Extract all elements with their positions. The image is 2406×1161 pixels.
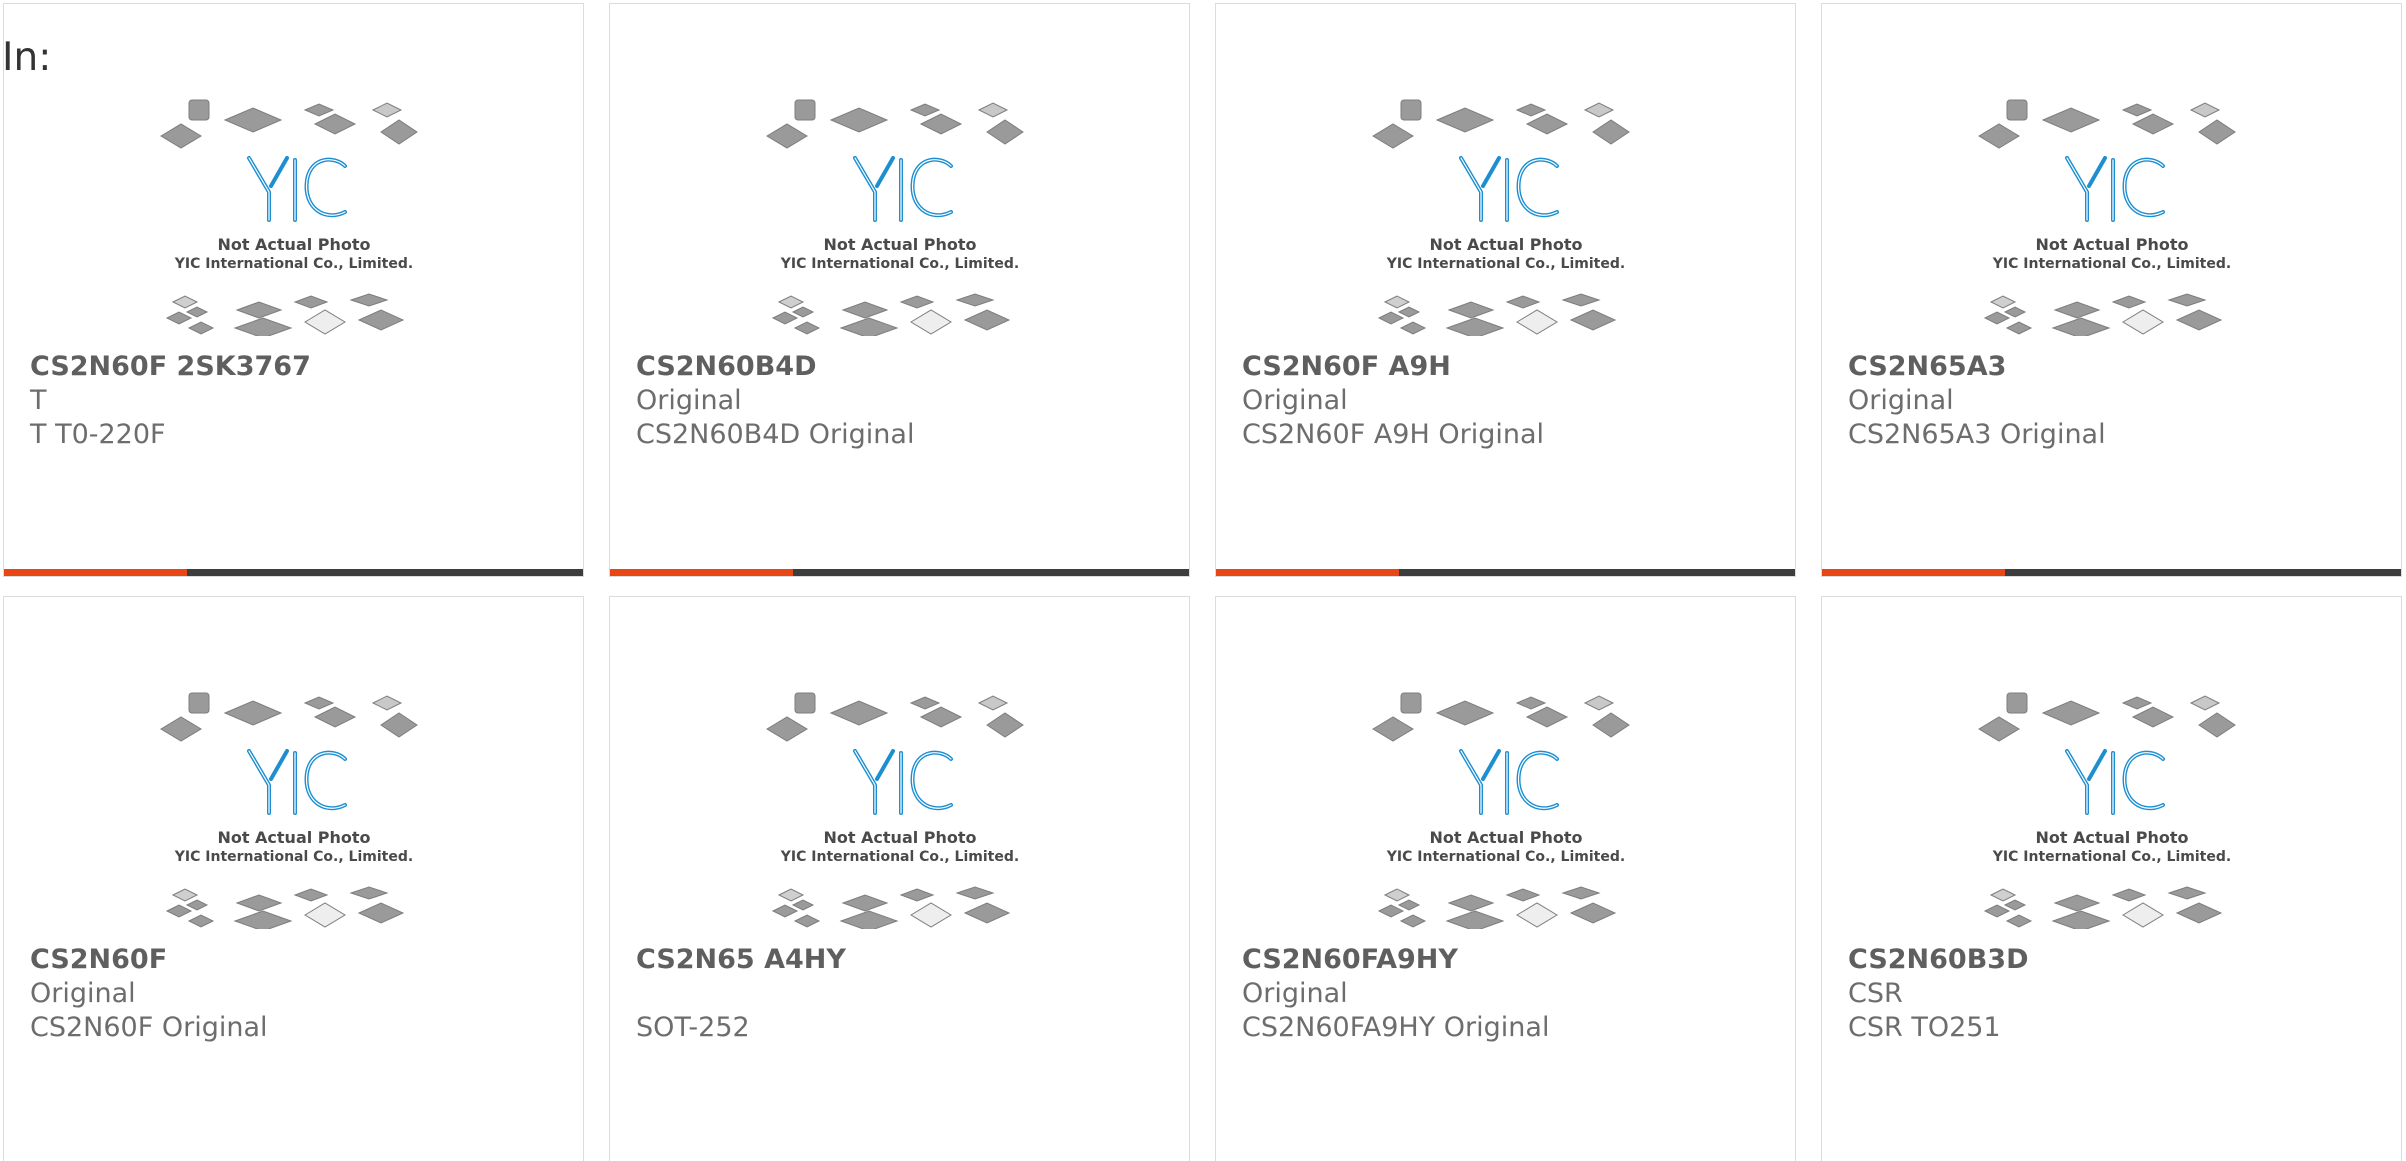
product-card[interactable]: Not Actual Photo YIC International Co., L… (3, 596, 584, 1161)
product-title[interactable]: CS2N65 A4HY (636, 943, 1169, 977)
product-brand: T (30, 385, 47, 416)
svg-text:Not Actual Photo: Not Actual Photo (2035, 235, 2188, 254)
product-brand: Original (636, 385, 742, 416)
product-description: CS2N60B4D Original (636, 419, 915, 450)
not-actual-photo-image: Not Actual Photo YIC International Co., L… (1371, 689, 1641, 929)
svg-text:YIC International Co., Limited: YIC International Co., Limited. (1386, 849, 1625, 865)
svg-text:YIC International Co., Limited: YIC International Co., Limited. (1992, 849, 2231, 865)
not-actual-photo-image: Not Actual Photo YIC International Co., L… (765, 96, 1035, 336)
product-card[interactable]: Not Actual Photo YIC International Co., L… (1821, 3, 2402, 577)
product-title[interactable]: CS2N60F 2SK3767 (30, 350, 563, 384)
product-info: CS2N60B4D Original CS2N60B4D Original (636, 350, 1169, 452)
not-actual-photo-image: Not Actual Photo YIC International Co., L… (159, 96, 429, 336)
product-title[interactable]: CS2N60F (30, 943, 563, 977)
svg-text:YIC International Co., Limited: YIC International Co., Limited. (1386, 256, 1625, 272)
product-title[interactable]: CS2N60F A9H (1242, 350, 1775, 384)
card-accent-bar (1822, 569, 2005, 576)
product-card[interactable]: Not Actual Photo YIC International Co., L… (1215, 3, 1796, 577)
product-description: CS2N60F A9H Original (1242, 419, 1545, 450)
product-card[interactable]: Not Actual Photo YIC International Co., L… (609, 596, 1190, 1161)
product-description: CSR TO251 (1848, 1012, 2001, 1043)
product-info: CS2N60F A9H Original CS2N60F A9H Origina… (1242, 350, 1775, 452)
product-title[interactable]: CS2N60B4D (636, 350, 1169, 384)
svg-text:YIC International Co., Limited: YIC International Co., Limited. (1992, 256, 2231, 272)
product-card[interactable]: Not Actual Photo YIC International Co., L… (1215, 596, 1796, 1161)
card-bottom-bar (610, 569, 1189, 576)
svg-text:Not Actual Photo: Not Actual Photo (1429, 235, 1582, 254)
card-accent-bar (1216, 569, 1399, 576)
product-info: CS2N60B3D CSR CSR TO251 (1848, 943, 2381, 1045)
product-description: CS2N60F Original (30, 1012, 268, 1043)
in-label: In: (2, 35, 52, 80)
product-description: CS2N65A3 Original (1848, 419, 2106, 450)
svg-text:Not Actual Photo: Not Actual Photo (823, 235, 976, 254)
product-info: CS2N65A3 Original CS2N65A3 Original (1848, 350, 2381, 452)
product-brand (636, 977, 1169, 1011)
product-description: SOT-252 (636, 1012, 750, 1043)
product-info: CS2N65 A4HY SOT-252 (636, 943, 1169, 1045)
product-brand: Original (30, 978, 136, 1009)
product-card[interactable]: Not Actual Photo YIC International Co., L… (609, 3, 1190, 577)
card-accent-bar (610, 569, 793, 576)
product-brand: CSR (1848, 978, 1903, 1009)
product-title[interactable]: CS2N65A3 (1848, 350, 2381, 384)
not-actual-photo-image: Not Actual Photo YIC International Co., L… (1977, 689, 2247, 929)
product-listing-page: In: Not Actual Photo YIC International Co… (0, 0, 2406, 1161)
svg-text:Not Actual Photo: Not Actual Photo (1429, 828, 1582, 847)
product-brand: Original (1242, 385, 1348, 416)
product-description: T T0-220F (30, 419, 166, 450)
product-info: CS2N60F Original CS2N60F Original (30, 943, 563, 1045)
product-title[interactable]: CS2N60B3D (1848, 943, 2381, 977)
product-title[interactable]: CS2N60FA9HY (1242, 943, 1775, 977)
not-actual-photo-image: Not Actual Photo YIC International Co., L… (1371, 96, 1641, 336)
card-bottom-bar (4, 569, 583, 576)
not-actual-photo-image: Not Actual Photo YIC International Co., L… (765, 689, 1035, 929)
product-brand: Original (1848, 385, 1954, 416)
product-brand: Original (1242, 978, 1348, 1009)
product-card[interactable]: Not Actual Photo YIC International Co., L… (3, 3, 584, 577)
card-bottom-bar (1216, 569, 1795, 576)
svg-text:YIC International Co., Limited: YIC International Co., Limited. (780, 256, 1019, 272)
svg-text:YIC International Co., Limited: YIC International Co., Limited. (174, 256, 413, 272)
svg-text:Not Actual Photo: Not Actual Photo (217, 828, 370, 847)
product-info: CS2N60F 2SK3767 T T T0-220F (30, 350, 563, 452)
product-card[interactable]: Not Actual Photo YIC International Co., L… (1821, 596, 2402, 1161)
not-actual-photo-image: Not Actual Photo YIC International Co., L… (159, 689, 429, 929)
svg-text:Not Actual Photo: Not Actual Photo (2035, 828, 2188, 847)
product-description: CS2N60FA9HY Original (1242, 1012, 1550, 1043)
svg-text:YIC International Co., Limited: YIC International Co., Limited. (174, 849, 413, 865)
svg-text:YIC International Co., Limited: YIC International Co., Limited. (780, 849, 1019, 865)
product-grid: Not Actual Photo YIC International Co., L… (3, 3, 2402, 1161)
product-info: CS2N60FA9HY Original CS2N60FA9HY Origina… (1242, 943, 1775, 1045)
card-bottom-bar (1822, 569, 2401, 576)
card-accent-bar (4, 569, 187, 576)
svg-text:Not Actual Photo: Not Actual Photo (217, 235, 370, 254)
not-actual-photo-image: Not Actual Photo YIC International Co., L… (1977, 96, 2247, 336)
svg-text:Not Actual Photo: Not Actual Photo (823, 828, 976, 847)
